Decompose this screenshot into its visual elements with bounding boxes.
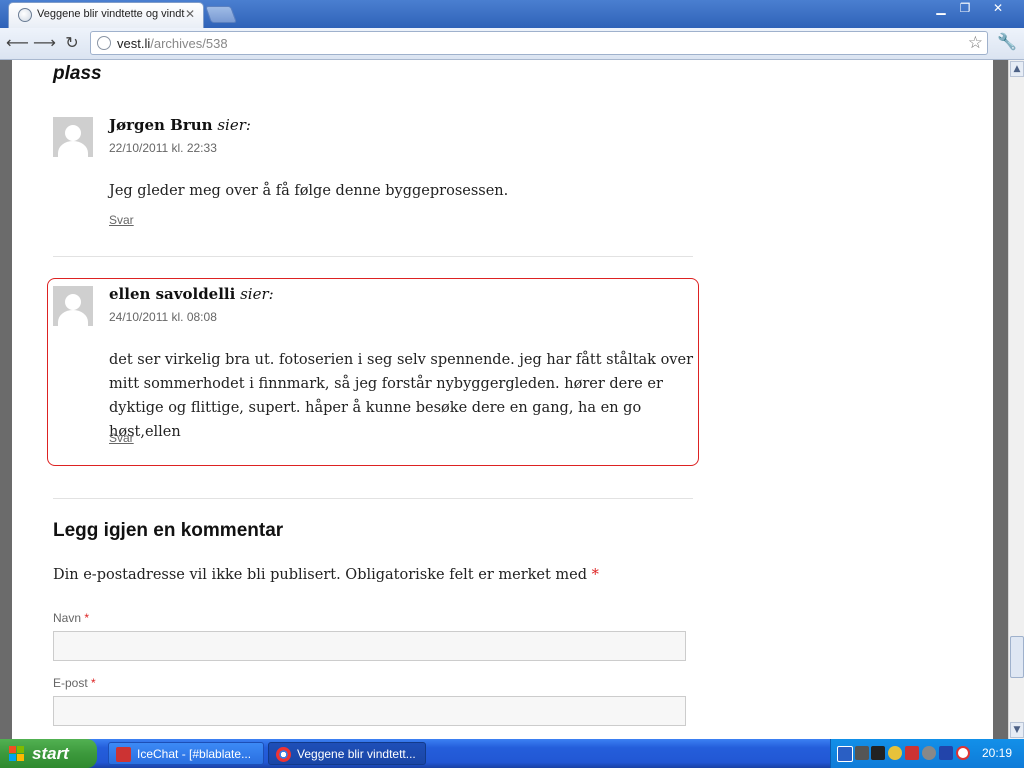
bookmark-star-icon[interactable]: ☆ bbox=[968, 33, 983, 53]
url-text[interactable]: vest.li/archives/538 bbox=[117, 36, 228, 51]
restore-button[interactable]: ❐ bbox=[954, 1, 976, 16]
browser-tab[interactable]: Veggene blir vindtette og vindt ✕ bbox=[8, 2, 204, 28]
reply-link[interactable]: Svar bbox=[109, 213, 134, 227]
task-label: IceChat - [#blablate... bbox=[137, 747, 252, 761]
tray-app-icon[interactable] bbox=[905, 746, 919, 760]
system-tray: 20:19 bbox=[830, 739, 1024, 768]
tray-app-icon[interactable] bbox=[922, 746, 936, 760]
back-button[interactable]: ⟵ bbox=[6, 33, 29, 53]
globe-icon bbox=[97, 36, 111, 50]
start-button[interactable]: start bbox=[0, 739, 97, 768]
taskbar-clock[interactable]: 20:19 bbox=[982, 739, 1012, 768]
author-name[interactable]: Jørgen Brun bbox=[109, 116, 213, 134]
comment-date[interactable]: 22/10/2011 kl. 22:33 bbox=[109, 141, 217, 155]
task-label: Veggene blir vindtett... bbox=[297, 747, 416, 761]
address-bar[interactable]: vest.li/archives/538 ☆ bbox=[90, 31, 988, 55]
post-heading: plass bbox=[53, 63, 102, 84]
name-input[interactable] bbox=[53, 631, 686, 661]
new-tab-button[interactable] bbox=[204, 6, 238, 23]
comment-text: det ser virkelig bra ut. fotoserien i se… bbox=[109, 352, 694, 440]
page-viewport: plass Jørgen Brun sier: 22/10/2011 kl. 2… bbox=[0, 60, 1008, 739]
comment-author: Jørgen Brun sier: bbox=[109, 116, 251, 134]
close-tab-icon[interactable]: ✕ bbox=[185, 7, 195, 21]
wrench-menu-icon[interactable]: 🔧 bbox=[996, 32, 1018, 54]
avatar bbox=[53, 117, 93, 157]
forward-button[interactable]: ⟶ bbox=[33, 33, 56, 53]
icechat-icon bbox=[116, 747, 131, 762]
minimize-button[interactable]: ▁ bbox=[930, 1, 952, 16]
tray-app-icon[interactable] bbox=[956, 746, 970, 760]
divider bbox=[53, 256, 693, 257]
taskbar-item-icechat[interactable]: IceChat - [#blablate... bbox=[108, 742, 264, 765]
form-notes: Din e-postadresse vil ikke bli publisert… bbox=[53, 567, 599, 583]
divider bbox=[53, 498, 693, 499]
reload-button[interactable]: ↻ bbox=[62, 33, 82, 53]
reply-form-title: Legg igjen en kommentar bbox=[53, 520, 284, 541]
tray-expand-icon[interactable] bbox=[837, 746, 853, 762]
says-label: sier: bbox=[217, 116, 251, 134]
window-titlebar: Veggene blir vindtette og vindt ✕ ▁ ❐ ✕ bbox=[0, 0, 1024, 28]
scroll-up-button[interactable]: ▲ bbox=[1010, 61, 1024, 77]
tray-app-icon[interactable] bbox=[939, 746, 953, 760]
author-name[interactable]: ellen savoldelli bbox=[109, 285, 235, 303]
scroll-down-button[interactable]: ▼ bbox=[1010, 722, 1024, 738]
email-label: E-post * bbox=[53, 676, 96, 690]
scrollbar-thumb[interactable] bbox=[1010, 636, 1024, 678]
comment-date[interactable]: 24/10/2011 kl. 08:08 bbox=[109, 310, 217, 324]
browser-toolbar: ⟵ ⟶ ↻ vest.li/archives/538 ☆ bbox=[0, 28, 1024, 60]
page-right-border bbox=[993, 60, 1008, 739]
reply-link[interactable]: Svar bbox=[109, 431, 134, 445]
email-input[interactable] bbox=[53, 696, 686, 726]
close-window-button[interactable]: ✕ bbox=[984, 1, 1012, 16]
tray-app-icon[interactable] bbox=[888, 746, 902, 760]
name-label: Navn * bbox=[53, 611, 90, 625]
windows-taskbar: start IceChat - [#blablate... Veggene bl… bbox=[0, 739, 1024, 768]
chrome-icon bbox=[276, 747, 291, 762]
says-label: sier: bbox=[240, 285, 274, 303]
vertical-scrollbar[interactable]: ▲ ▼ bbox=[1008, 60, 1024, 739]
comment-author: ellen savoldelli sier: bbox=[109, 285, 274, 303]
network-icon[interactable] bbox=[855, 746, 869, 760]
tab-title: Veggene blir vindtette og vindt bbox=[37, 8, 185, 20]
page-left-border bbox=[0, 60, 12, 739]
windows-logo-icon bbox=[9, 746, 25, 761]
comment-text: Jeg gleder meg over å få følge denne byg… bbox=[109, 183, 509, 199]
start-label: start bbox=[32, 744, 69, 763]
taskbar-item-chrome[interactable]: Veggene blir vindtett... bbox=[268, 742, 426, 765]
globe-icon bbox=[18, 8, 32, 22]
avatar bbox=[53, 286, 93, 326]
tray-app-icon[interactable] bbox=[871, 746, 885, 760]
